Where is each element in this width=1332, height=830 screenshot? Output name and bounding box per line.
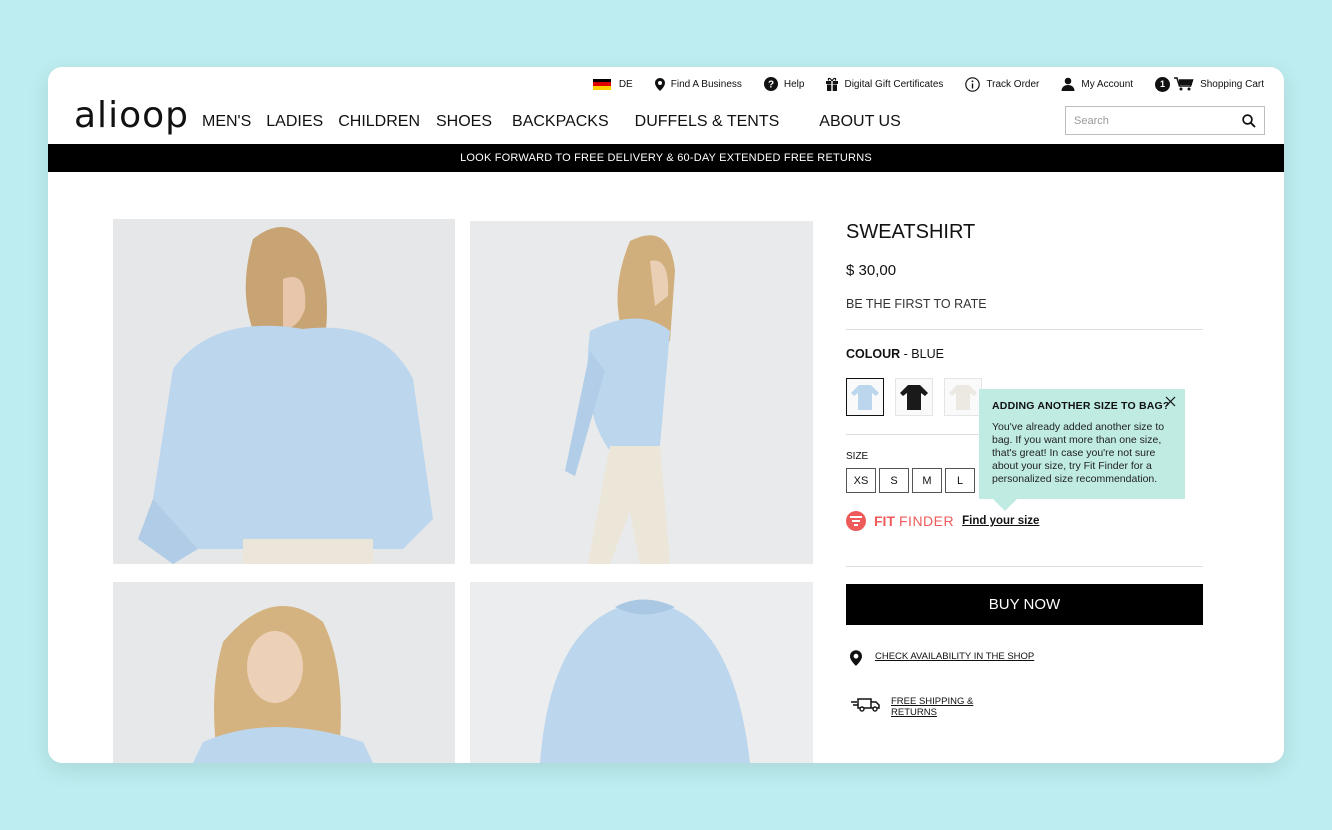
divider <box>846 566 1203 567</box>
colour-value: - BLUE <box>900 347 944 361</box>
search-icon[interactable] <box>1242 113 1256 128</box>
sweater-icon <box>851 385 879 410</box>
tooltip-title: ADDING ANOTHER SIZE TO BAG? <box>992 400 1170 412</box>
product-photo-back[interactable] <box>113 219 455 564</box>
rate-link[interactable]: BE THE FIRST TO RATE <box>846 297 987 311</box>
gift-icon <box>826 77 839 91</box>
user-icon <box>1061 77 1075 91</box>
swatch-blue[interactable] <box>846 378 884 416</box>
divider <box>846 329 1203 330</box>
help-icon: ? <box>763 77 778 91</box>
find-business-link[interactable]: Find A Business <box>654 77 742 91</box>
tooltip-body: You've already added another size to bag… <box>992 421 1165 485</box>
size-tooltip: ADDING ANOTHER SIZE TO BAG? You've alrea… <box>979 389 1185 511</box>
search-box <box>1065 106 1265 135</box>
main-nav: MEN'S LADIES CHILDREN SHOES BACKPACKS DU… <box>202 113 901 131</box>
shipping-text: FREE SHIPPING & RETURNS <box>891 696 973 718</box>
check-availability-link[interactable]: CHECK AVAILABILITY IN THE SHOP <box>875 651 1034 662</box>
help-label: Help <box>783 78 805 90</box>
nav-duffels-tents[interactable]: DUFFELS & TENTS <box>635 113 780 131</box>
colour-label: COLOUR - BLUE <box>846 347 944 361</box>
location-pin-icon <box>654 77 665 91</box>
size-label: SIZE <box>846 451 869 462</box>
help-link[interactable]: ? Help <box>763 77 805 91</box>
product-photo-side[interactable] <box>470 221 813 564</box>
shipping-link-line1[interactable]: FREE SHIPPING & <box>891 696 973 707</box>
gift-label: Digital Gift Certificates <box>844 78 944 90</box>
nav-children[interactable]: CHILDREN <box>338 113 420 131</box>
nav-ladies[interactable]: LADIES <box>266 113 323 131</box>
utility-bar: DE Find A Business ? Help Digital Gift C… <box>592 75 1264 93</box>
germany-flag-icon <box>592 78 611 90</box>
gift-certificates-link[interactable]: Digital Gift Certificates <box>826 77 943 91</box>
nav-mens[interactable]: MEN'S <box>202 113 251 131</box>
fit-finder-finder: FINDER <box>899 513 955 529</box>
shopping-cart-link[interactable]: 1 Shopping Cart <box>1155 76 1264 92</box>
brand-logo[interactable]: alioop <box>74 95 189 136</box>
product-price: $ 30,00 <box>846 262 897 279</box>
country-code: DE <box>618 78 633 90</box>
cart-icon <box>1174 77 1194 91</box>
delivery-truck-icon <box>851 698 880 712</box>
fit-finder-icon <box>846 511 866 531</box>
sweater-icon <box>949 385 977 410</box>
shopping-cart-label: Shopping Cart <box>1200 78 1264 90</box>
nav-shoes[interactable]: SHOES <box>436 113 492 131</box>
fit-finder-fit: FIT <box>874 513 895 529</box>
promo-banner: LOOK FORWARD TO FREE DELIVERY & 60-DAY E… <box>48 144 1284 172</box>
svg-text:?: ? <box>768 80 774 91</box>
browser-window: DE Find A Business ? Help Digital Gift C… <box>48 67 1284 763</box>
size-m[interactable]: M <box>912 468 942 493</box>
size-l[interactable]: L <box>945 468 975 493</box>
buy-now-button[interactable]: BUY NOW <box>846 584 1203 625</box>
product-title: SWEATSHIRT <box>846 221 976 243</box>
nav-backpacks[interactable]: BACKPACKS <box>512 113 609 131</box>
location-pin-icon <box>850 650 862 666</box>
track-order-link[interactable]: Track Order <box>965 76 1040 92</box>
find-business-label: Find A Business <box>670 78 742 90</box>
sweater-icon <box>900 385 928 410</box>
country-selector[interactable]: DE <box>592 78 633 90</box>
divider <box>846 434 981 435</box>
swatch-white[interactable] <box>944 378 982 416</box>
track-order-label: Track Order <box>986 78 1040 90</box>
shipping-link-line2[interactable]: RETURNS <box>891 707 973 718</box>
cart-count-badge: 1 <box>1155 76 1171 92</box>
colour-heading: COLOUR <box>846 347 901 361</box>
fit-finder: FIT FINDER Find your size <box>846 511 1039 531</box>
product-photo-front[interactable] <box>113 582 455 763</box>
find-your-size-link[interactable]: Find your size <box>962 515 1039 527</box>
shipping-row[interactable]: FREE SHIPPING & RETURNS <box>850 696 973 718</box>
my-account-label: My Account <box>1081 78 1134 90</box>
my-account-link[interactable]: My Account <box>1061 77 1133 91</box>
product-photo-flatlay[interactable] <box>470 582 813 763</box>
search-input[interactable] <box>1074 114 1242 127</box>
nav-about-us[interactable]: ABOUT US <box>819 113 901 131</box>
check-availability-row[interactable]: CHECK AVAILABILITY IN THE SHOP <box>850 650 1034 666</box>
swatch-black[interactable] <box>895 378 933 416</box>
size-s[interactable]: S <box>879 468 909 493</box>
info-icon <box>965 76 981 92</box>
close-icon[interactable] <box>1165 396 1176 407</box>
size-xs[interactable]: XS <box>846 468 876 493</box>
